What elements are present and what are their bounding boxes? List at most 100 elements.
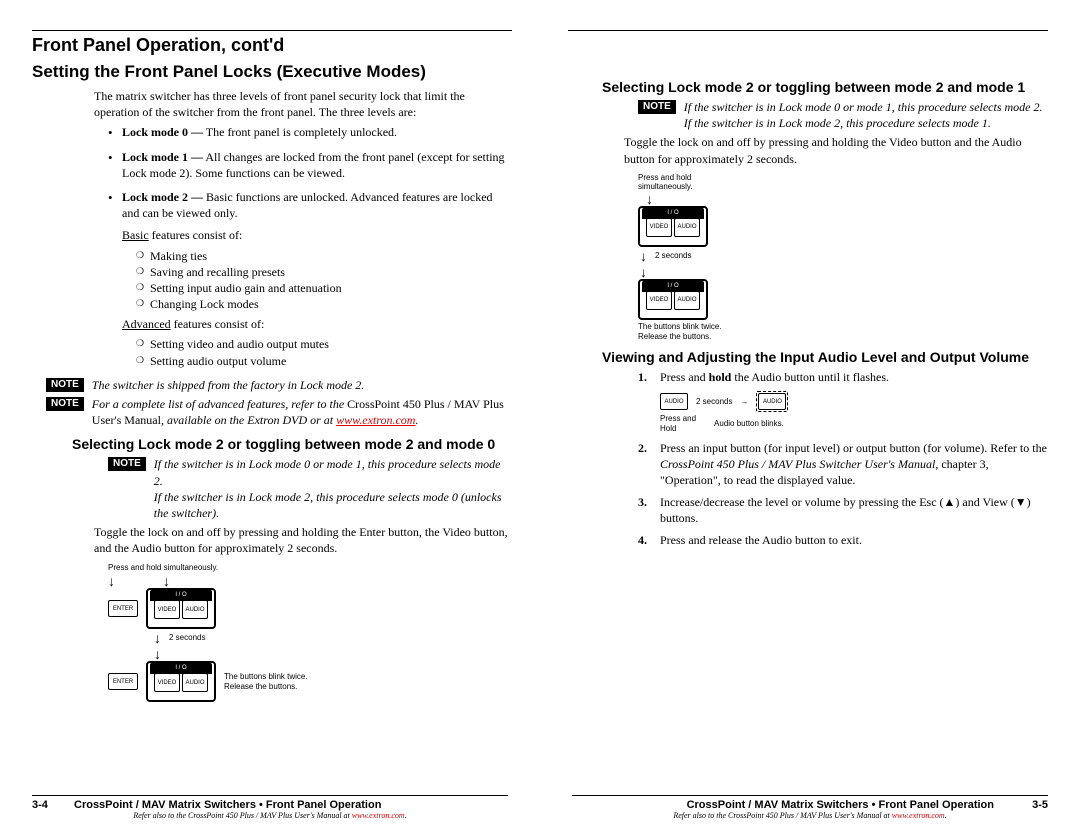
figure-lock-right: Press and hold simultaneously. ↓ I / O V… <box>638 173 1048 341</box>
io-label: I / O <box>175 592 186 598</box>
footer-sub-tail: . <box>405 811 407 820</box>
footer-title: CrossPoint / MAV Matrix Switchers • Fron… <box>74 799 381 811</box>
footer-sub: Refer also to the CrossPoint 450 Plus / … <box>572 811 1048 820</box>
note-3: NOTE If the switcher is in Lock mode 0 o… <box>108 456 512 521</box>
extron-link[interactable]: www.extron.com <box>336 413 415 427</box>
enter-button-icon: ENTER <box>108 600 138 617</box>
footer-sub-text: Refer also to the CrossPoint 450 Plus / … <box>133 811 351 820</box>
footer-sub-tail: . <box>945 811 947 820</box>
top-rule <box>568 30 1048 31</box>
fig-release: The buttons blink twice. Release the but… <box>224 672 308 691</box>
io-panel: I / O VIDEO AUDIO <box>146 588 216 629</box>
toggle-para-r: Toggle the lock on and off by pressing a… <box>624 134 1048 166</box>
audio-button-icon: AUDIO <box>758 393 786 410</box>
intro-body: The matrix switcher has three levels of … <box>94 88 512 369</box>
note-badge: NOTE <box>108 457 146 471</box>
arrow-down-icon: ↓ <box>640 264 647 280</box>
fig-press-hold: Press and Hold <box>660 414 696 433</box>
footer-link[interactable]: www.extron.com <box>892 811 945 820</box>
video-button-icon: VIDEO <box>646 291 672 310</box>
basic-item: Changing Lock modes <box>136 296 512 312</box>
noter1b: If the switcher is in Lock mode 2, this … <box>684 116 991 130</box>
video-button-icon: VIDEO <box>646 218 672 237</box>
basic-item: Saving and recalling presets <box>136 264 512 280</box>
s2b: CrossPoint 450 Plus / MAV Plus Switcher … <box>660 457 935 471</box>
steps-list: 1.Press and hold the Audio button until … <box>638 369 1048 385</box>
fig-blinks: Audio button blinks. <box>714 419 784 429</box>
adv-tail: features consist of: <box>171 317 265 331</box>
fig-caption: Press and hold simultaneously. <box>108 563 512 573</box>
io-panel: I / O VIDEO AUDIO <box>146 661 216 702</box>
arrow-down-icon: ↓ <box>108 574 115 588</box>
video-button-icon: VIDEO <box>154 600 180 619</box>
basic-und: Basic <box>122 228 149 242</box>
step-4: 4.Press and release the Audio button to … <box>638 532 1048 548</box>
section-title: Front Panel Operation, cont'd <box>32 35 512 56</box>
io-panel: I / O VIDEO AUDIO <box>638 206 708 247</box>
s1b: hold <box>709 370 732 384</box>
note-badge: NOTE <box>46 378 84 392</box>
note3a: If the switcher is in Lock mode 0 or mod… <box>154 457 501 487</box>
fig-2sec: 2 seconds <box>169 633 205 643</box>
note-text: For a complete list of advanced features… <box>92 396 512 428</box>
mode0-text: The front panel is completely unlocked. <box>203 125 397 139</box>
note-text: If the switcher is in Lock mode 0 or mod… <box>684 99 1043 131</box>
footer-sub-text: Refer also to the CrossPoint 450 Plus / … <box>673 811 891 820</box>
fig-2sec: 2 seconds <box>696 397 732 407</box>
mode2-label: Lock mode 2 — <box>122 190 203 204</box>
steps-list-cont: 2.Press an input button (for input level… <box>638 440 1048 549</box>
fig-caption: Press and hold simultaneously. <box>638 173 1048 192</box>
noter1a: If the switcher is in Lock mode 0 or mod… <box>684 100 1043 114</box>
page-number: 3-5 <box>1006 799 1048 811</box>
note3b: If the switcher is in Lock mode 2, this … <box>154 490 502 520</box>
step-1: 1.Press and hold the Audio button until … <box>638 369 1048 385</box>
s4: Press and release the Audio button to ex… <box>660 532 1048 548</box>
footer-link[interactable]: www.extron.com <box>352 811 405 820</box>
adv-item: Setting audio output volume <box>136 353 512 369</box>
top-rule <box>32 30 512 31</box>
io-label: I / O <box>175 665 186 671</box>
audio-button-icon: AUDIO <box>182 600 208 619</box>
mode-list: Lock mode 0 — The front panel is complet… <box>108 124 512 368</box>
sub-h3-left: Selecting Lock mode 2 or toggling betwee… <box>72 436 512 452</box>
arrow-right-icon: → <box>740 397 748 406</box>
note-2: NOTE For a complete list of advanced fea… <box>46 396 512 428</box>
audio-button-icon: AUDIO <box>182 673 208 692</box>
mode1-item: Lock mode 1 — All changes are locked fro… <box>108 149 512 181</box>
video-button-icon: VIDEO <box>154 673 180 692</box>
adv-und: Advanced <box>122 317 171 331</box>
blink-outline: AUDIO <box>756 391 788 412</box>
enter-button-icon: ENTER <box>108 673 138 690</box>
s1c: the Audio button until it flashes. <box>731 370 889 384</box>
fig-release: The buttons blink twice. Release the but… <box>638 322 1048 341</box>
basic-tail: features consist of: <box>149 228 243 242</box>
sub-h3-right-a: Selecting Lock mode 2 or toggling betwee… <box>602 79 1048 95</box>
basic-item: Setting input audio gain and attenuation <box>136 280 512 296</box>
intro-para: The matrix switcher has three levels of … <box>94 88 512 120</box>
mode1-label: Lock mode 1 — <box>122 150 203 164</box>
toggle-para: Toggle the lock on and off by pressing a… <box>94 524 512 556</box>
note2-c: , available on the Extron DVD or at <box>161 413 336 427</box>
arrow-down-icon: ↓ <box>640 249 647 263</box>
footer-sub: Refer also to the CrossPoint 450 Plus / … <box>32 811 508 820</box>
arrow-down-icon: ↓ <box>646 191 653 207</box>
figure-lock-left: Press and hold simultaneously. ↓ ↓ ENTER… <box>108 563 512 703</box>
mode0-label: Lock mode 0 — <box>122 125 203 139</box>
step-2: 2.Press an input button (for input level… <box>638 440 1048 489</box>
io-label: I / O <box>667 283 678 289</box>
s3: Increase/decrease the level or volume by… <box>660 494 1048 526</box>
note2-d: . <box>415 413 418 427</box>
arrow-down-icon: ↓ <box>154 646 161 662</box>
page-number: 3-4 <box>32 799 74 811</box>
arrow-down-icon: ↓ <box>154 631 161 645</box>
note-r1: NOTE If the switcher is in Lock mode 0 o… <box>638 99 1048 131</box>
note2-a: For a complete list of advanced features… <box>92 397 347 411</box>
step-3: 3.Increase/decrease the level or volume … <box>638 494 1048 526</box>
note-1: NOTE The switcher is shipped from the fa… <box>46 377 512 393</box>
arrow-down-icon: ↓ <box>163 574 170 588</box>
footer-right: CrossPoint / MAV Matrix Switchers • Fron… <box>572 795 1048 820</box>
s2a: Press an input button (for input level) … <box>660 441 1047 455</box>
basic-list: Making ties Saving and recalling presets… <box>136 248 512 313</box>
fig-2sec: 2 seconds <box>655 251 691 261</box>
figure-audio: AUDIO 2 seconds → AUDIO Press and Hold A… <box>660 391 1048 433</box>
